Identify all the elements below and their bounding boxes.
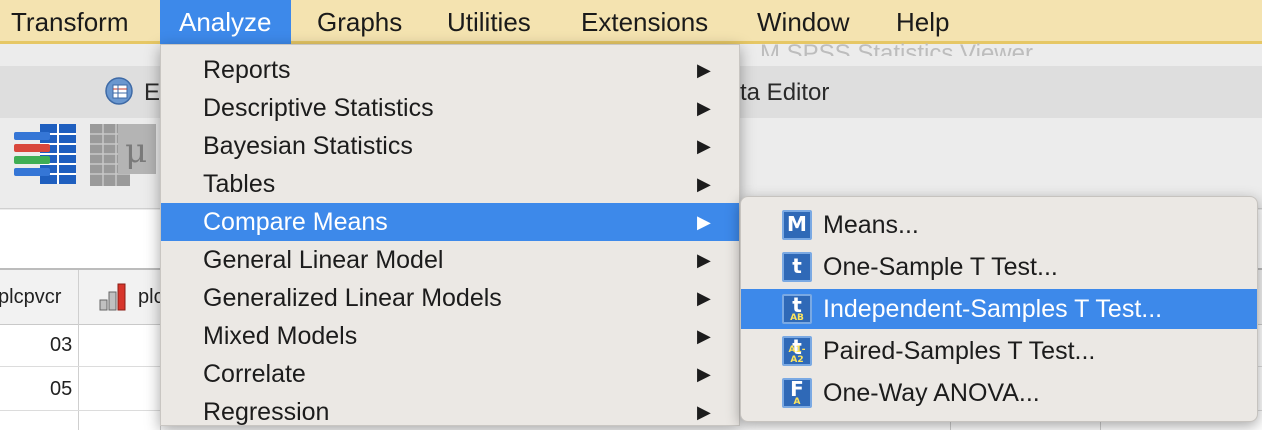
menu-item-label: General Linear Model — [203, 246, 444, 274]
spreadsheet-icon — [104, 76, 134, 106]
submenu-item-label: Paired-Samples T Test... — [823, 337, 1096, 365]
submenu-arrow-icon: ▶ — [697, 288, 711, 308]
menu-extensions[interactable]: Extensions — [562, 0, 727, 44]
submenu-item-one-way-anova[interactable]: FA One-Way ANOVA... — [741, 373, 1257, 413]
menu-bar: Transform Analyze Graphs Utilities Exten… — [0, 0, 1262, 44]
menu-analyze[interactable]: Analyze — [160, 0, 291, 44]
compare-means-submenu: M Means... t One-Sample T Test... t AB In… — [740, 196, 1258, 422]
menu-item-general-linear-model[interactable]: General Linear Model ▶ — [161, 241, 739, 279]
submenu-arrow-icon: ▶ — [697, 212, 711, 232]
submenu-arrow-icon: ▶ — [697, 60, 711, 80]
menu-item-compare-means[interactable]: Compare Means ▶ — [161, 203, 739, 241]
independent-t-icon: t AB — [782, 294, 812, 324]
window-title-left: E — [144, 79, 161, 106]
submenu-arrow-icon: ▶ — [697, 250, 711, 270]
analyze-menu: Reports ▶ Descriptive Statistics ▶ Bayesia… — [160, 44, 740, 426]
menu-item-regression[interactable]: Regression ▶ — [161, 393, 739, 426]
menu-item-bayesian-statistics[interactable]: Bayesian Statistics ▶ — [161, 127, 739, 165]
submenu-item-label: One-Way ANOVA... — [823, 379, 1040, 407]
menu-item-descriptive-statistics[interactable]: Descriptive Statistics ▶ — [161, 89, 739, 127]
viewer-window-title: M SPSS Statistics Viewer — [760, 40, 1033, 56]
scale-variable-icon — [98, 282, 128, 312]
submenu-item-label: One-Sample T Test... — [823, 253, 1058, 281]
menu-item-label: Correlate — [203, 360, 306, 388]
column-header-plcpvcr[interactable]: plcpvcr — [0, 286, 61, 309]
submenu-item-paired-samples-t-test[interactable]: t A1-A2 Paired-Samples T Test... — [741, 331, 1257, 371]
menu-item-tables[interactable]: Tables ▶ — [161, 165, 739, 203]
grid-cell[interactable]: 05 — [50, 378, 72, 401]
submenu-arrow-icon: ▶ — [697, 136, 711, 156]
menu-utilities[interactable]: Utilities — [428, 0, 550, 44]
submenu-arrow-icon: ▶ — [697, 174, 711, 194]
one-sample-t-icon: t — [782, 252, 812, 282]
submenu-item-label: Means... — [823, 211, 919, 239]
menu-transform[interactable]: Transform — [0, 0, 148, 44]
anova-icon: FA — [782, 378, 812, 408]
menu-item-label: Mixed Models — [203, 322, 358, 350]
means-icon: M — [782, 210, 812, 240]
menu-item-correlate[interactable]: Correlate ▶ — [161, 355, 739, 393]
menu-item-label: Compare Means — [203, 208, 388, 236]
mu-statistics-icon[interactable]: μ — [90, 122, 158, 188]
window-title-right: ta Editor — [740, 79, 830, 106]
menu-window[interactable]: Window — [738, 0, 868, 44]
menu-item-mixed-models[interactable]: Mixed Models ▶ — [161, 317, 739, 355]
menu-graphs[interactable]: Graphs — [298, 0, 421, 44]
menu-help[interactable]: Help — [877, 0, 968, 44]
submenu-item-means[interactable]: M Means... — [741, 205, 1257, 245]
submenu-arrow-icon: ▶ — [697, 402, 711, 422]
menu-item-label: Generalized Linear Models — [203, 284, 502, 312]
svg-text:μ: μ — [125, 131, 147, 171]
menu-item-label: Regression — [203, 398, 330, 426]
grid-cell[interactable]: 03 — [50, 334, 72, 357]
variable-view-icon[interactable] — [12, 122, 80, 188]
menu-item-label: Tables — [203, 170, 276, 198]
submenu-item-independent-samples-t-test[interactable]: t AB Independent-Samples T Test... — [741, 289, 1257, 329]
menu-item-label: Bayesian Statistics — [203, 132, 413, 160]
submenu-item-one-sample-t-test[interactable]: t One-Sample T Test... — [741, 247, 1257, 287]
menu-item-reports[interactable]: Reports ▶ — [161, 51, 739, 89]
paired-t-icon: t A1-A2 — [782, 336, 812, 366]
menu-item-label: Reports — [203, 56, 291, 84]
submenu-arrow-icon: ▶ — [697, 326, 711, 346]
menu-item-label: Descriptive Statistics — [203, 94, 434, 122]
submenu-item-label: Independent-Samples T Test... — [823, 295, 1163, 323]
submenu-arrow-icon: ▶ — [697, 98, 711, 118]
menu-item-generalized-linear-models[interactable]: Generalized Linear Models ▶ — [161, 279, 739, 317]
submenu-arrow-icon: ▶ — [697, 364, 711, 384]
